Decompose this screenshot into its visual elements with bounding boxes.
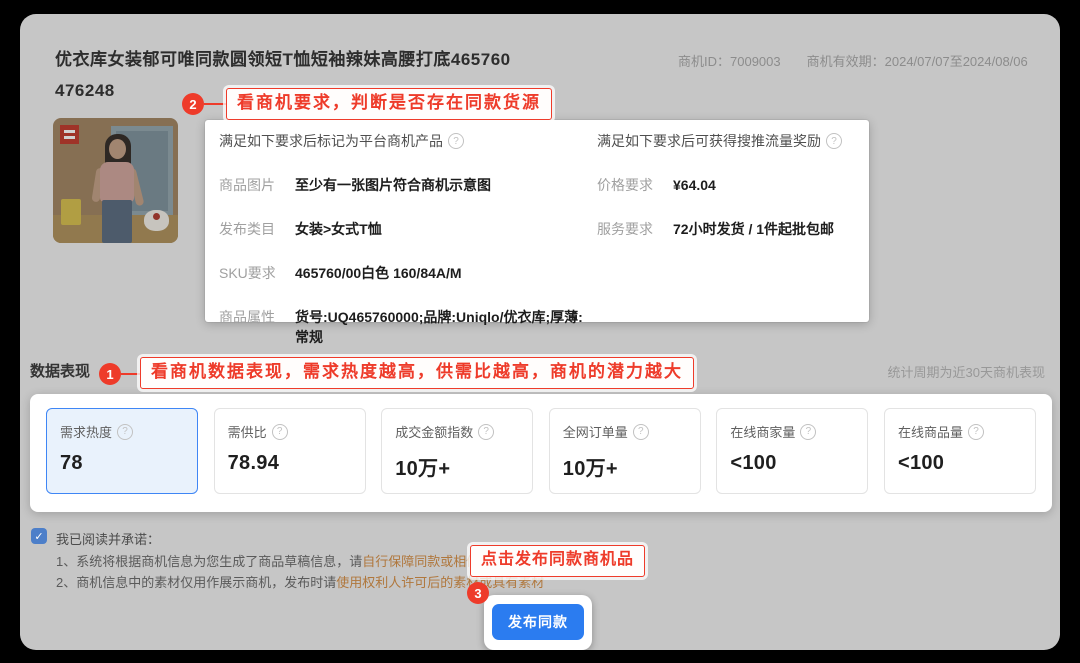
metric-card-supply-demand-ratio[interactable]: 需供比? 78.94 [214,408,366,494]
metrics-panel: 需求热度? 78 需供比? 78.94 成交金额指数? 10万+ 全网订单量? … [30,394,1052,512]
help-icon[interactable]: ? [968,424,984,440]
tour-step-1-connector [121,373,140,375]
requirement-row: 服务要求 72小时发货 / 1件起批包邮 [597,219,859,239]
white-tag-badge [144,210,169,231]
requirement-row: 商品属性 货号:UQ465760000;品牌:Uniqlo/优衣库;厚薄:常规 [219,307,593,347]
metric-value: <100 [898,452,1022,475]
agreement-title: 我已阅读并承诺： [56,529,160,548]
traffic-reward-header: 满足如下要求后可获得搜推流量奖励 ? [597,131,859,151]
requirement-row: 商品图片 至少有一张图片符合商机示意图 [219,175,593,195]
stat-period-note: 统计周期为近30天商机表现 [888,362,1045,381]
metric-value: 78.94 [228,452,352,475]
opportunity-id: 商机ID：7009003 [678,51,781,70]
tour-step-1-badge: 1 [99,363,121,385]
requirement-row: 发布类目 女装>女式T恤 [219,219,593,239]
agreement-checkbox[interactable]: ✓ [31,528,47,544]
metric-value: <100 [730,452,854,475]
product-image[interactable] [53,118,178,243]
agreement-link-2[interactable]: 使用权利人许可后的素材或具有素材 [336,575,544,590]
help-icon[interactable]: ? [117,424,133,440]
tour-step-2-callout: 看商机要求，判断是否存在同款货源 [226,88,552,120]
publish-panel: 发布同款 [484,595,592,650]
tour-step-2-connector [204,103,226,105]
help-icon[interactable]: ? [826,133,842,149]
publish-same-product-button[interactable]: 发布同款 [492,604,584,640]
requirement-row: SKU要求 465760/00白色 160/84A/M [219,263,593,283]
metric-card-online-products[interactable]: 在线商品量? <100 [884,408,1036,494]
metric-value: 10万+ [395,452,519,481]
tour-step-3-badge: 3 [467,582,489,604]
metric-card-gmv-index[interactable]: 成交金额指数? 10万+ [381,408,533,494]
metric-value: 10万+ [563,452,687,481]
help-icon[interactable]: ? [633,424,649,440]
metric-value: 78 [60,452,184,475]
opportunity-meta: 商机ID：7009003 商机有效期：2024/07/07至2024/08/06 [678,51,1028,70]
requirements-panel: 满足如下要求后标记为平台商机产品 ? 商品图片 至少有一张图片符合商机示意图 发… [205,120,869,322]
uniqlo-logo-badge [60,125,79,144]
check-icon: ✓ [34,530,43,543]
tour-step-3-callout: 点击发布同款商机品 [470,545,645,577]
metric-card-demand-heat[interactable]: 需求热度? 78 [46,408,198,494]
tour-step-2-badge: 2 [182,93,204,115]
data-performance-title: 数据表现 [30,360,90,381]
tour-step-1-callout: 看商机数据表现，需求热度越高，供需比越高，商机的潜力越大 [140,357,694,389]
requirement-row: 价格要求 ¥64.04 [597,175,859,195]
help-icon[interactable]: ? [800,424,816,440]
help-icon[interactable]: ? [272,424,288,440]
agreement-line-1: 1、系统将根据商机信息为您生成了商品草稿信息，请自行保障同款或相似的 [56,551,492,570]
help-icon[interactable]: ? [448,133,464,149]
platform-requirements-header: 满足如下要求后标记为平台商机产品 ? [219,131,593,151]
metric-card-online-sellers[interactable]: 在线商家量? <100 [716,408,868,494]
metric-card-order-volume[interactable]: 全网订单量? 10万+ [549,408,701,494]
help-icon[interactable]: ? [478,424,494,440]
opportunity-validity: 商机有效期：2024/07/07至2024/08/06 [807,51,1028,70]
yellow-tag-badge [61,199,81,225]
